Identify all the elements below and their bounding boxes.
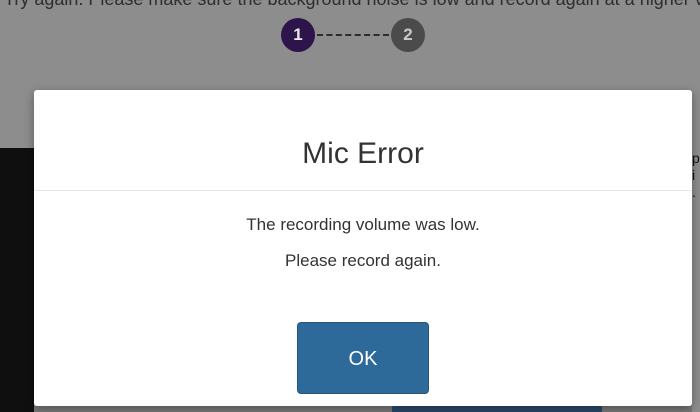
- dialog-message-line-2: Please record again.: [285, 251, 441, 270]
- step-1-indicator: 1: [281, 18, 315, 52]
- background-panel: [0, 148, 34, 412]
- progress-stepper: 1 2: [281, 18, 427, 52]
- mic-error-dialog: Mic Error The recording volume was low. …: [34, 90, 692, 406]
- ok-button[interactable]: OK: [297, 322, 429, 394]
- step-connector: [317, 34, 389, 36]
- dialog-title: Mic Error: [302, 137, 424, 170]
- dialog-body: The recording volume was low. Please rec…: [34, 191, 692, 273]
- step-2-indicator: 2: [391, 18, 425, 52]
- instruction-text: Try again. Please make sure the backgrou…: [4, 0, 700, 9]
- background-side-text: p i .: [692, 150, 700, 200]
- dialog-header: Mic Error: [34, 90, 692, 191]
- dialog-message-line-1: The recording volume was low.: [246, 215, 480, 234]
